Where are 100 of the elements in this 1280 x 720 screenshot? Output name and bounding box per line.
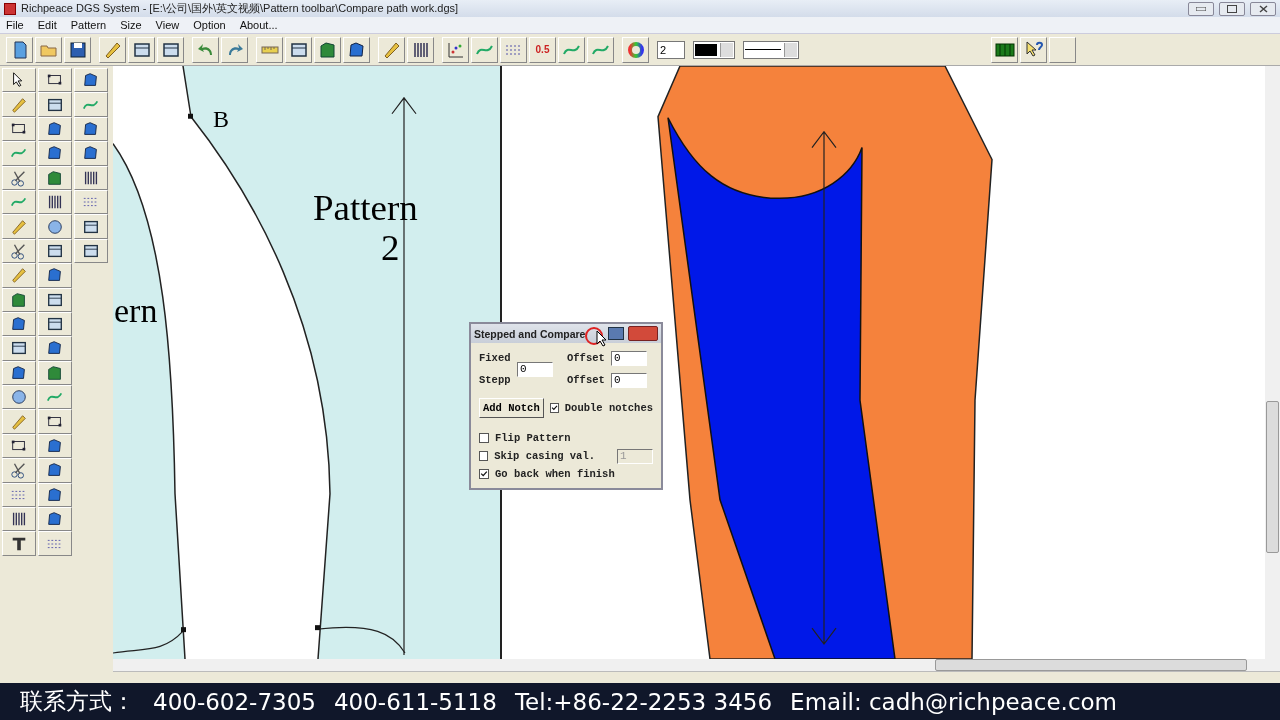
checkbox-label: Double notches xyxy=(564,402,653,414)
add-notch-button[interactable]: Add Notch xyxy=(479,398,544,418)
toolbar-button[interactable] xyxy=(343,36,370,63)
input-field[interactable]: 0 xyxy=(611,350,647,366)
tool-button[interactable] xyxy=(2,507,36,532)
circle-icon xyxy=(10,388,28,407)
tool-button[interactable] xyxy=(74,116,108,142)
pencil-icon xyxy=(10,217,28,236)
toolbar-button[interactable] xyxy=(285,36,312,63)
checkbox[interactable] xyxy=(479,433,489,443)
pattern-label: ern xyxy=(114,291,158,329)
contact-text: 400-602-7305 xyxy=(153,688,316,715)
menu-item[interactable]: Edit xyxy=(37,19,57,31)
tool-button[interactable] xyxy=(38,116,72,142)
tool-button[interactable] xyxy=(38,287,72,312)
toolbar-button[interactable] xyxy=(128,36,155,63)
field-label: Offset xyxy=(567,352,606,364)
help-button[interactable] xyxy=(1020,36,1047,63)
checkbox-label: Go back when finish xyxy=(495,468,615,480)
piece-icon xyxy=(346,39,367,60)
piece-icon xyxy=(46,119,64,138)
pencil-icon xyxy=(10,266,28,285)
piece-icon xyxy=(46,363,64,382)
tool-button[interactable] xyxy=(38,263,72,288)
tool-button[interactable] xyxy=(38,189,72,215)
toolbar-button[interactable] xyxy=(99,36,126,63)
scale-button[interactable]: 0.5 xyxy=(529,36,556,63)
piece-icon xyxy=(10,363,28,382)
field-label: Offset xyxy=(567,374,606,386)
menu-item[interactable]: View xyxy=(155,19,180,31)
pattern-label: Pattern xyxy=(313,187,418,229)
toolbar-button[interactable] xyxy=(378,36,405,63)
input-field[interactable]: 0 xyxy=(611,372,647,388)
tool-button[interactable] xyxy=(74,165,108,190)
scissors-icon xyxy=(10,461,28,480)
tool-button[interactable] xyxy=(2,458,36,483)
checkbox[interactable] xyxy=(549,403,559,413)
tool-button[interactable] xyxy=(38,336,72,361)
tool-button[interactable] xyxy=(74,141,108,166)
line-style-dropdown[interactable] xyxy=(743,40,799,59)
tool-button[interactable] xyxy=(2,360,36,386)
vertical-scrollbar[interactable] xyxy=(1265,66,1280,659)
toolbar-button[interactable] xyxy=(407,36,434,63)
toolbar-button[interactable] xyxy=(991,36,1018,63)
contact-text: Email: cadh@richpeace.com xyxy=(790,688,1118,715)
tool-button[interactable] xyxy=(38,482,72,508)
save-icon xyxy=(67,39,88,60)
piece-icon xyxy=(317,39,338,60)
tool-button[interactable] xyxy=(74,68,108,93)
text-tool-button[interactable] xyxy=(2,531,36,556)
checkbox-label: Flip Pattern xyxy=(495,432,571,444)
tool-button[interactable] xyxy=(38,165,72,190)
contact-text: Tel:+86-22-2253 3456 xyxy=(514,688,773,715)
tool-button[interactable] xyxy=(38,458,72,483)
tool-button[interactable] xyxy=(38,311,72,337)
minimize-button[interactable] xyxy=(1188,1,1214,16)
minimize-button[interactable] xyxy=(608,327,624,340)
menu-item[interactable]: Option xyxy=(193,19,226,31)
window-title: Richpeace DGS System - [E:\公司\国外\英文视频\Pattern toolbar\Compare path work.dgs] xyxy=(21,1,460,16)
toolbar-button[interactable] xyxy=(157,36,184,63)
tool-button[interactable] xyxy=(38,433,72,459)
pattern-number: 2 xyxy=(381,227,400,268)
tool-button[interactable] xyxy=(38,68,72,93)
circle-icon xyxy=(46,217,64,236)
toolbar-button[interactable] xyxy=(314,36,341,63)
toolbar-button[interactable] xyxy=(64,36,91,63)
tool-button[interactable] xyxy=(2,238,36,264)
app-icon xyxy=(4,2,16,15)
tool-button[interactable] xyxy=(2,68,36,93)
input-field[interactable]: 0 xyxy=(517,361,553,377)
tool-button[interactable] xyxy=(38,238,72,264)
menu-item[interactable]: File xyxy=(6,19,24,31)
tool-button[interactable] xyxy=(74,238,108,264)
maximize-button[interactable] xyxy=(1219,1,1245,16)
checkbox[interactable] xyxy=(479,469,489,479)
tool-button[interactable] xyxy=(2,433,36,459)
tool-button[interactable] xyxy=(2,165,36,190)
tool-button[interactable] xyxy=(38,92,72,117)
tool-button[interactable] xyxy=(2,116,36,142)
tool-button[interactable] xyxy=(2,336,36,361)
tool-button[interactable] xyxy=(38,360,72,386)
toolbar-button[interactable] xyxy=(6,36,33,63)
close-button[interactable] xyxy=(1250,1,1276,16)
tool-button[interactable] xyxy=(38,141,72,166)
tool-button[interactable] xyxy=(38,507,72,532)
menu-item[interactable]: Pattern xyxy=(70,19,107,31)
tool-button[interactable] xyxy=(2,311,36,337)
color-dropdown[interactable] xyxy=(693,40,735,59)
tool-button[interactable] xyxy=(74,214,108,239)
menu-item[interactable]: Size xyxy=(120,19,142,31)
menu-item[interactable]: About... xyxy=(239,19,278,31)
piece-icon xyxy=(82,119,100,138)
color-wheel-icon xyxy=(625,39,646,60)
tool-button[interactable] xyxy=(38,409,72,434)
dialog-title: Stepped and Compare xyxy=(474,327,586,340)
tool-button[interactable] xyxy=(2,287,36,312)
line-width-field[interactable]: 2 xyxy=(657,40,685,59)
close-icon xyxy=(1258,4,1268,13)
horizontal-scrollbar[interactable] xyxy=(113,659,1280,671)
toolbar-button[interactable] xyxy=(622,36,649,63)
